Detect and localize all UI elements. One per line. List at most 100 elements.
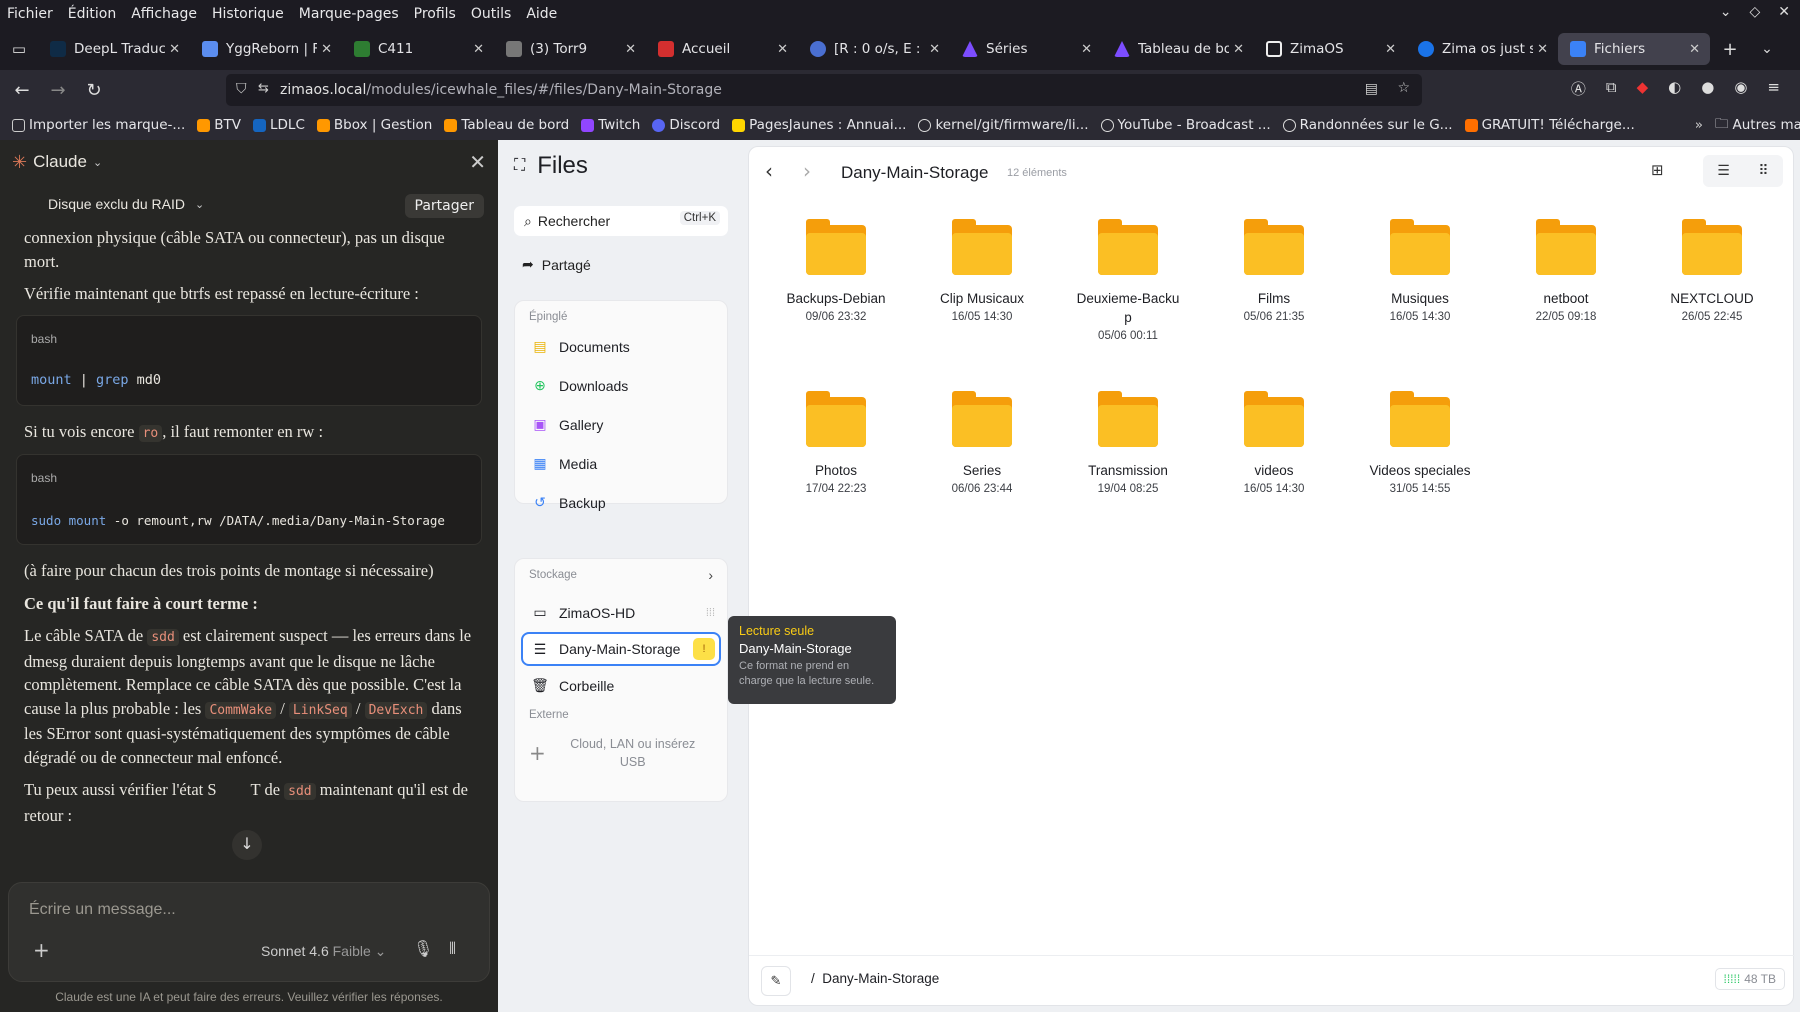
menu-affichage[interactable]: Affichage [124,6,205,22]
sidebar-item-dany-main-storage[interactable]: ☰ Dany-Main-Storage! [521,632,721,666]
folder-item[interactable]: NEXTCLOUD 26/05 22:45 [1647,219,1777,323]
voice-mode-icon[interactable]: ⦀ [449,939,456,959]
search-input[interactable]: ⌕ Rechercher Ctrl+K [514,206,728,236]
forward-icon[interactable]: › [803,159,811,183]
close-icon[interactable]: ✕ [1233,42,1244,57]
back-icon[interactable]: ‹ [765,159,773,183]
folder-item[interactable]: Transmission 19/04 08:25 [1063,391,1193,495]
close-icon[interactable]: ✕ [1537,42,1548,57]
sidebar-item-backup[interactable]: ↺ Backup [515,483,727,522]
tab-c411[interactable]: C411 ✕ [342,33,494,65]
folder-item[interactable]: Films 05/06 21:35 [1209,219,1339,323]
sidebar-item-gallery[interactable]: ▣ Gallery [515,405,727,444]
bookmark-btv[interactable]: BTV [197,117,241,133]
sidebar-item-media[interactable]: ▦ Media [515,444,727,483]
tab-tableau-de-bord[interactable]: Tableau de bord✕ [1102,33,1254,65]
sidebar-item-zimaos-hd[interactable]: ▭ ZimaOS-HD ⁞⁞⁞ [515,593,727,632]
extension-icon[interactable]: ◐ [1668,78,1681,99]
chevron-down-icon[interactable]: ⌄ [1750,41,1784,57]
account-icon[interactable]: Ⓐ [1571,78,1586,99]
grid-view-icon[interactable]: ⠿ [1758,163,1768,179]
tab-series[interactable]: Séries ✕ [950,33,1102,65]
chevron-down-icon[interactable]: ⌄ [1720,4,1732,20]
new-folder-icon[interactable]: ⊞ [1651,161,1664,179]
folder-item[interactable]: Deuxieme-Backup 05/06 00:11 [1063,219,1193,342]
microphone-icon[interactable]: 🎙 [413,939,433,958]
extensions-icon[interactable]: ⧉ [1606,78,1617,99]
close-icon[interactable]: ✕ [1385,42,1396,57]
extension-icon[interactable]: ◉ [1734,78,1747,99]
tab-torr9[interactable]: (3) Torr9 ✕ [494,33,646,65]
bookmark-pagesjaunes[interactable]: PagesJaunes : Annuai... [732,117,906,133]
folder-item[interactable]: Videos speciales 31/05 14:55 [1355,391,1485,495]
reader-icon[interactable]: ▤ [1365,81,1378,97]
add-external-storage[interactable]: + Cloud, LAN ou insérez USB [515,731,727,775]
chevron-right-icon[interactable]: › [708,567,713,583]
menu-profils[interactable]: Profils [407,6,464,22]
tab-deepl[interactable]: DeepL Traducte✕ [38,33,190,65]
tab-qbittorrent[interactable]: [R : 0 o/s, E : 11✕ [798,33,950,65]
close-icon[interactable]: ✕ [1778,4,1790,20]
footer-path[interactable]: / Dany-Main-Storage [811,971,939,986]
share-button[interactable]: Partager [404,194,484,218]
tab-accueil[interactable]: Accueil ✕ [646,33,798,65]
message-input[interactable]: Écrire un message... [29,901,176,919]
sidebar-item-downloads[interactable]: ⊕ Downloads [515,366,727,405]
url-bar[interactable]: ⛉ ⇆ zimaos.local/modules/icewhale_files/… [226,74,1422,106]
bookmark-twitch[interactable]: Twitch [581,117,640,133]
menu-marque-pages[interactable]: Marque-pages [292,6,407,22]
tab-fichiers[interactable]: Fichiers ✕ [1558,33,1710,65]
storage-title[interactable]: Stockage › [515,559,727,585]
model-selector[interactable]: Sonnet 4.6 Faible ⌄ [261,943,386,960]
close-icon[interactable]: ✕ [469,150,486,175]
folder-item[interactable]: Musiques 16/05 14:30 [1355,219,1485,323]
folder-item[interactable]: Series 06/06 23:44 [917,391,1047,495]
reload-icon[interactable]: ↻ [76,80,112,101]
close-icon[interactable]: ✕ [473,42,484,57]
sidebar-item-corbeille[interactable]: 🗑 Corbeille [515,666,727,705]
close-icon[interactable]: ✕ [929,42,940,57]
list-view-icon[interactable]: ☰ [1717,163,1730,179]
ublock-icon[interactable]: ◆ [1637,78,1649,99]
restore-icon[interactable]: ◇ [1749,4,1760,20]
forward-icon[interactable]: → [40,80,76,101]
bookmark-import[interactable]: Importer les marque-... [12,117,185,133]
warning-icon[interactable]: ! [693,638,715,660]
close-icon[interactable]: ✕ [625,42,636,57]
folder-item[interactable]: videos 16/05 14:30 [1209,391,1339,495]
close-icon[interactable]: ✕ [1689,42,1700,57]
edit-path-icon[interactable]: ✎ [761,966,791,996]
tab-ygg[interactable]: YggReborn | Fl ✕ [190,33,342,65]
menu-fichier[interactable]: Fichier [0,6,61,22]
claude-app-title[interactable]: Claude [33,152,87,172]
bookmark-tableau[interactable]: Tableau de bord [444,117,569,133]
close-icon[interactable]: ✕ [169,42,180,57]
folder-item[interactable]: Backups-Debian 09/06 23:32 [771,219,901,323]
close-icon[interactable]: ✕ [1081,42,1092,57]
bookmark-other-folder[interactable]: 🗀Autres marque-pages [1715,114,1800,137]
menu-edition[interactable]: Édition [61,6,124,22]
menu-historique[interactable]: Historique [205,6,292,22]
site-info-icon[interactable]: ⇆ [258,81,269,96]
sidebar-item-documents[interactable]: ▤ Documents [515,327,727,366]
bookmark-star-icon[interactable]: ☆ [1397,80,1410,96]
message-input-box[interactable]: Écrire un message... + Sonnet 4.6 Faible… [8,882,490,982]
more-bookmarks-icon[interactable]: » [1695,117,1703,133]
folder-item[interactable]: netboot 22/05 09:18 [1501,219,1631,323]
scroll-down-button[interactable]: ↓ [232,830,262,860]
bookmark-bbox[interactable]: Bbox | Gestion [316,117,432,133]
folder-item[interactable]: Clip Musicaux 16/05 14:30 [917,219,1047,323]
bookmark-discord[interactable]: Discord [652,117,720,133]
chevron-down-icon[interactable]: ⌄ [93,156,102,169]
tab-zima-setup[interactable]: Zima os just set✕ [1406,33,1558,65]
back-icon[interactable]: ← [4,80,40,101]
add-attachment-icon[interactable]: + [33,938,50,962]
new-tab-icon[interactable]: + [1710,39,1750,60]
shield-icon[interactable]: ⛉ [236,81,247,97]
bookmark-randonnees[interactable]: Randonnées sur le G... [1282,117,1453,133]
bookmark-kernel[interactable]: kernel/git/firmware/li... [918,117,1089,133]
extension-icon[interactable]: ● [1701,78,1714,99]
tab-list-icon[interactable]: ▭ [0,40,38,58]
folder-item[interactable]: Photos 17/04 22:23 [771,391,901,495]
bookmark-youtube[interactable]: YouTube - Broadcast ... [1100,117,1271,133]
